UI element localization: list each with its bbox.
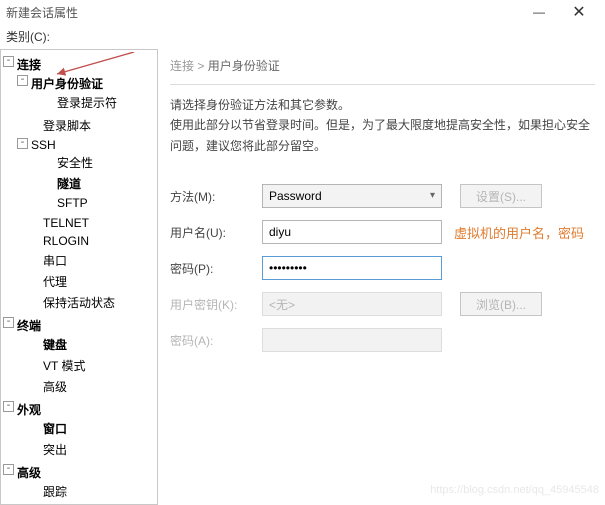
- twist-icon[interactable]: -: [17, 75, 28, 86]
- crumb-sep: >: [194, 59, 208, 73]
- userkey-label: 用户密钥(K):: [170, 296, 262, 313]
- tree-auth[interactable]: - 用户身份验证 登录提示符: [17, 73, 157, 115]
- description: 请选择身份验证方法和其它参数。 使用此部分以节省登录时间。但是，为了最大限度地提…: [170, 95, 595, 156]
- passphrase-input: [262, 328, 442, 352]
- window-title: 新建会话属性: [6, 4, 519, 21]
- tree-sftp[interactable]: SFTP: [31, 194, 157, 212]
- crumb-root: 连接: [170, 59, 194, 73]
- tree-keyboard[interactable]: 键盘: [17, 334, 157, 355]
- twist-icon[interactable]: -: [3, 401, 14, 412]
- desc-line2: 使用此部分以节省登录时间。但是，为了最大限度地提高安全性，如果担心安全问题，建议…: [170, 115, 595, 156]
- tree-telnet[interactable]: TELNET: [17, 214, 157, 232]
- password-label: 密码(P):: [170, 260, 262, 277]
- browse-button: 浏览(B)...: [460, 292, 542, 316]
- tree-login-script[interactable]: 登录脚本: [17, 115, 157, 136]
- tree-proxy[interactable]: 代理: [17, 271, 157, 292]
- twist-icon[interactable]: -: [3, 464, 14, 475]
- tree-advanced1[interactable]: 高级: [17, 376, 157, 397]
- userkey-input: [262, 292, 442, 316]
- row-password: 密码(P):: [170, 256, 595, 280]
- method-label: 方法(M):: [170, 188, 262, 205]
- passphrase-label: 密码(A):: [170, 332, 262, 349]
- tree-rlogin[interactable]: RLOGIN: [17, 232, 157, 250]
- twist-icon[interactable]: -: [3, 317, 14, 328]
- tree-window[interactable]: 窗口: [17, 418, 157, 439]
- close-button[interactable]: ✕: [559, 2, 599, 22]
- crumb-current: 用户身份验证: [208, 59, 280, 73]
- watermark: https://blog.csdn.net/qq_45945548: [430, 484, 599, 496]
- tree-advanced2[interactable]: - 高级 跟踪 响铃 日志记录: [3, 462, 157, 505]
- username-input[interactable]: [262, 220, 442, 244]
- twist-icon[interactable]: -: [3, 56, 14, 67]
- tree-tunnel[interactable]: 隧道: [31, 173, 157, 194]
- username-label: 用户名(U):: [170, 224, 262, 241]
- desc-line1: 请选择身份验证方法和其它参数。: [170, 95, 595, 115]
- category-tree: - 连接 - 用户身份验证 登录提示符 登录脚本 - SSH 安全性 隧道: [0, 49, 158, 505]
- method-value: Password: [269, 189, 322, 203]
- method-select[interactable]: Password ▾: [262, 184, 442, 208]
- category-label: 类别(C):: [0, 24, 605, 49]
- twist-icon[interactable]: -: [17, 138, 28, 149]
- main-area: - 连接 - 用户身份验证 登录提示符 登录脚本 - SSH 安全性 隧道: [0, 49, 605, 505]
- row-username: 用户名(U): 虚拟机的用户名，密码: [170, 220, 595, 244]
- row-passphrase: 密码(A):: [170, 328, 595, 352]
- annotation-text: 虚拟机的用户名，密码: [454, 223, 584, 242]
- tree-keepalive[interactable]: 保持活动状态: [17, 292, 157, 313]
- content-pane: 连接 > 用户身份验证 请选择身份验证方法和其它参数。 使用此部分以节省登录时间…: [158, 49, 605, 505]
- tree-trace[interactable]: 跟踪: [17, 481, 157, 502]
- row-method: 方法(M): Password ▾ 设置(S)...: [170, 184, 595, 208]
- titlebar: 新建会话属性 — ✕: [0, 0, 605, 24]
- tree-login-prompt[interactable]: 登录提示符: [31, 92, 157, 113]
- tree-security[interactable]: 安全性: [31, 152, 157, 173]
- tree-appearance[interactable]: - 外观 窗口 突出: [3, 399, 157, 462]
- minimize-button[interactable]: —: [519, 5, 559, 19]
- chevron-down-icon: ▾: [430, 190, 435, 201]
- tree-vtmode[interactable]: VT 模式: [17, 355, 157, 376]
- divider: [170, 84, 595, 85]
- row-userkey: 用户密钥(K): 浏览(B)...: [170, 292, 595, 316]
- tree-terminal[interactable]: - 终端 键盘 VT 模式 高级: [3, 315, 157, 399]
- password-input[interactable]: [262, 256, 442, 280]
- tree-serial[interactable]: 串口: [17, 250, 157, 271]
- breadcrumb: 连接 > 用户身份验证: [170, 57, 595, 74]
- tree-highlight[interactable]: 突出: [17, 439, 157, 460]
- tree-connection[interactable]: - 连接 - 用户身份验证 登录提示符 登录脚本 - SSH 安全性 隧道: [3, 54, 157, 315]
- settings-button[interactable]: 设置(S)...: [460, 184, 542, 208]
- tree-ssh[interactable]: - SSH 安全性 隧道 SFTP: [17, 136, 157, 214]
